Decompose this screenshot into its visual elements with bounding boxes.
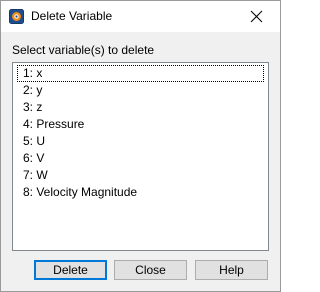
variable-list-item[interactable]: 5: U: [17, 133, 264, 150]
help-button[interactable]: Help: [195, 260, 268, 280]
variable-listbox[interactable]: 1: x 2: y 3: z 4: Pressure 5: U 6: V 7: W 8: Ve…: [12, 62, 269, 251]
variable-list-item[interactable]: 6: V: [17, 150, 264, 167]
close-window-button[interactable]: [234, 1, 280, 32]
variable-list-item[interactable]: 1: x: [17, 65, 264, 82]
window-title: Delete Variable: [31, 9, 113, 23]
app-icon: [9, 9, 24, 24]
title-bar: Delete Variable: [1, 1, 280, 32]
variable-list-item[interactable]: 3: z: [17, 99, 264, 116]
variable-list-item[interactable]: 2: y: [17, 82, 264, 99]
delete-button[interactable]: Delete: [34, 260, 107, 280]
variable-list-item[interactable]: 8: Velocity Magnitude: [17, 184, 264, 201]
variable-list-item[interactable]: 7: W: [17, 167, 264, 184]
close-icon: [250, 10, 263, 23]
list-prompt-label: Select variable(s) to delete: [12, 43, 155, 57]
variable-list-item[interactable]: 4: Pressure: [17, 116, 264, 133]
delete-variable-dialog: Delete Variable Select variable(s) to de…: [0, 0, 281, 292]
close-button[interactable]: Close: [114, 260, 187, 280]
